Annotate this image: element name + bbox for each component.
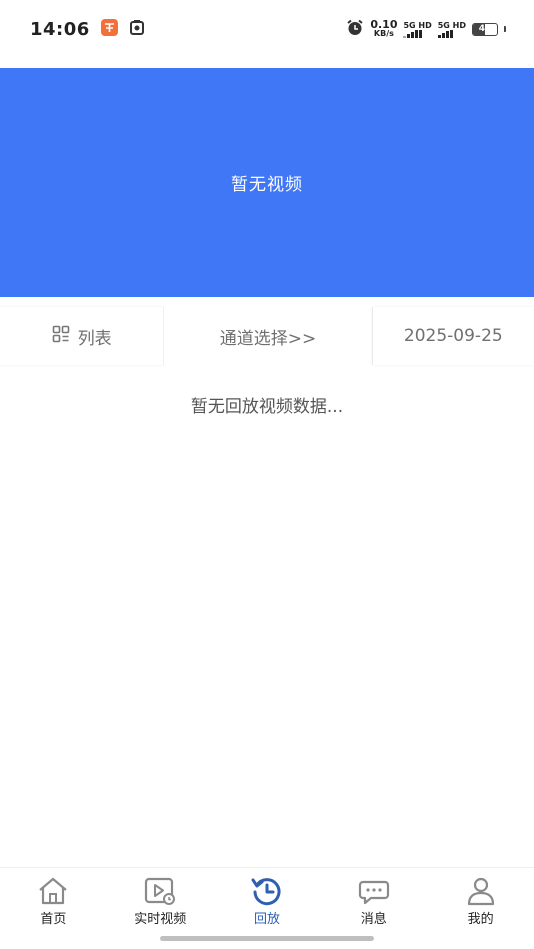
list-view-button[interactable]: 列表 bbox=[0, 307, 164, 365]
date-picker-button[interactable]: 2025-09-25 bbox=[372, 307, 534, 365]
filter-bar: 列表 通道选择>> 2025-09-25 bbox=[0, 307, 534, 365]
playback-icon bbox=[251, 878, 281, 906]
home-icon bbox=[39, 877, 68, 905]
sim1-label: 5G HD bbox=[403, 20, 432, 30]
taobao-notification-icon bbox=[100, 18, 119, 41]
nav-label-playback: 回放 bbox=[253, 912, 280, 927]
nav-item-profile[interactable]: 我的 bbox=[427, 868, 534, 930]
battery-cap bbox=[504, 26, 506, 32]
list-view-label: 列表 bbox=[77, 328, 112, 349]
bottom-nav: 首页 实时视频 回放 消息 我的 bbox=[0, 867, 534, 930]
sim2-signal: 5G HD bbox=[437, 20, 466, 38]
nav-label-profile: 我的 bbox=[467, 912, 494, 927]
nav-label-message: 消息 bbox=[360, 912, 387, 927]
status-time: 14:06 bbox=[30, 18, 90, 40]
empty-playback-message: 暂无回放视频数据... bbox=[190, 397, 344, 417]
no-video-message: 暂无视频 bbox=[231, 175, 303, 195]
network-speed-value: 0.10 bbox=[370, 18, 398, 31]
status-right: 0.10 KB/s 5G HD 5G HD 49 bbox=[346, 19, 506, 40]
nav-item-home[interactable]: 首页 bbox=[0, 868, 107, 930]
nav-item-live-video[interactable]: 实时视频 bbox=[107, 868, 214, 930]
video-player[interactable]: 暂无视频 bbox=[0, 68, 534, 297]
status-bar: 14:06 0.10 KB/s 5G HD 5G HD 49 bbox=[0, 0, 534, 58]
playback-page: 14:06 0.10 KB/s 5G HD 5G HD 49 暂无视频 列表 通… bbox=[0, 0, 534, 949]
sim1-signal-icon bbox=[403, 29, 423, 38]
screen-record-icon bbox=[129, 19, 145, 40]
channel-select-label: 通道选择>> bbox=[219, 328, 317, 349]
sim2-label: 5G HD bbox=[437, 20, 466, 30]
alarm-icon bbox=[346, 19, 364, 40]
live-video-icon bbox=[145, 877, 176, 905]
network-speed: 0.10 KB/s bbox=[370, 18, 398, 38]
message-icon bbox=[358, 880, 389, 905]
status-left: 14:06 bbox=[30, 18, 145, 41]
nav-item-playback[interactable]: 回放 bbox=[214, 868, 321, 930]
network-speed-unit: KB/s bbox=[373, 29, 394, 38]
date-label: 2025-09-25 bbox=[403, 326, 503, 346]
battery-level: 49 bbox=[478, 24, 492, 34]
channel-select-button[interactable]: 通道选择>> bbox=[163, 307, 373, 365]
profile-icon bbox=[467, 877, 494, 906]
battery-icon: 49 bbox=[472, 22, 498, 36]
sim1-signal: 5G HD bbox=[403, 20, 432, 38]
nav-label-home: 首页 bbox=[40, 912, 67, 927]
nav-item-message[interactable]: 消息 bbox=[320, 868, 427, 930]
sim2-signal-icon bbox=[437, 29, 453, 38]
grid-list-icon bbox=[52, 325, 70, 348]
home-indicator[interactable] bbox=[160, 936, 374, 941]
nav-label-live-video: 实时视频 bbox=[134, 912, 187, 927]
